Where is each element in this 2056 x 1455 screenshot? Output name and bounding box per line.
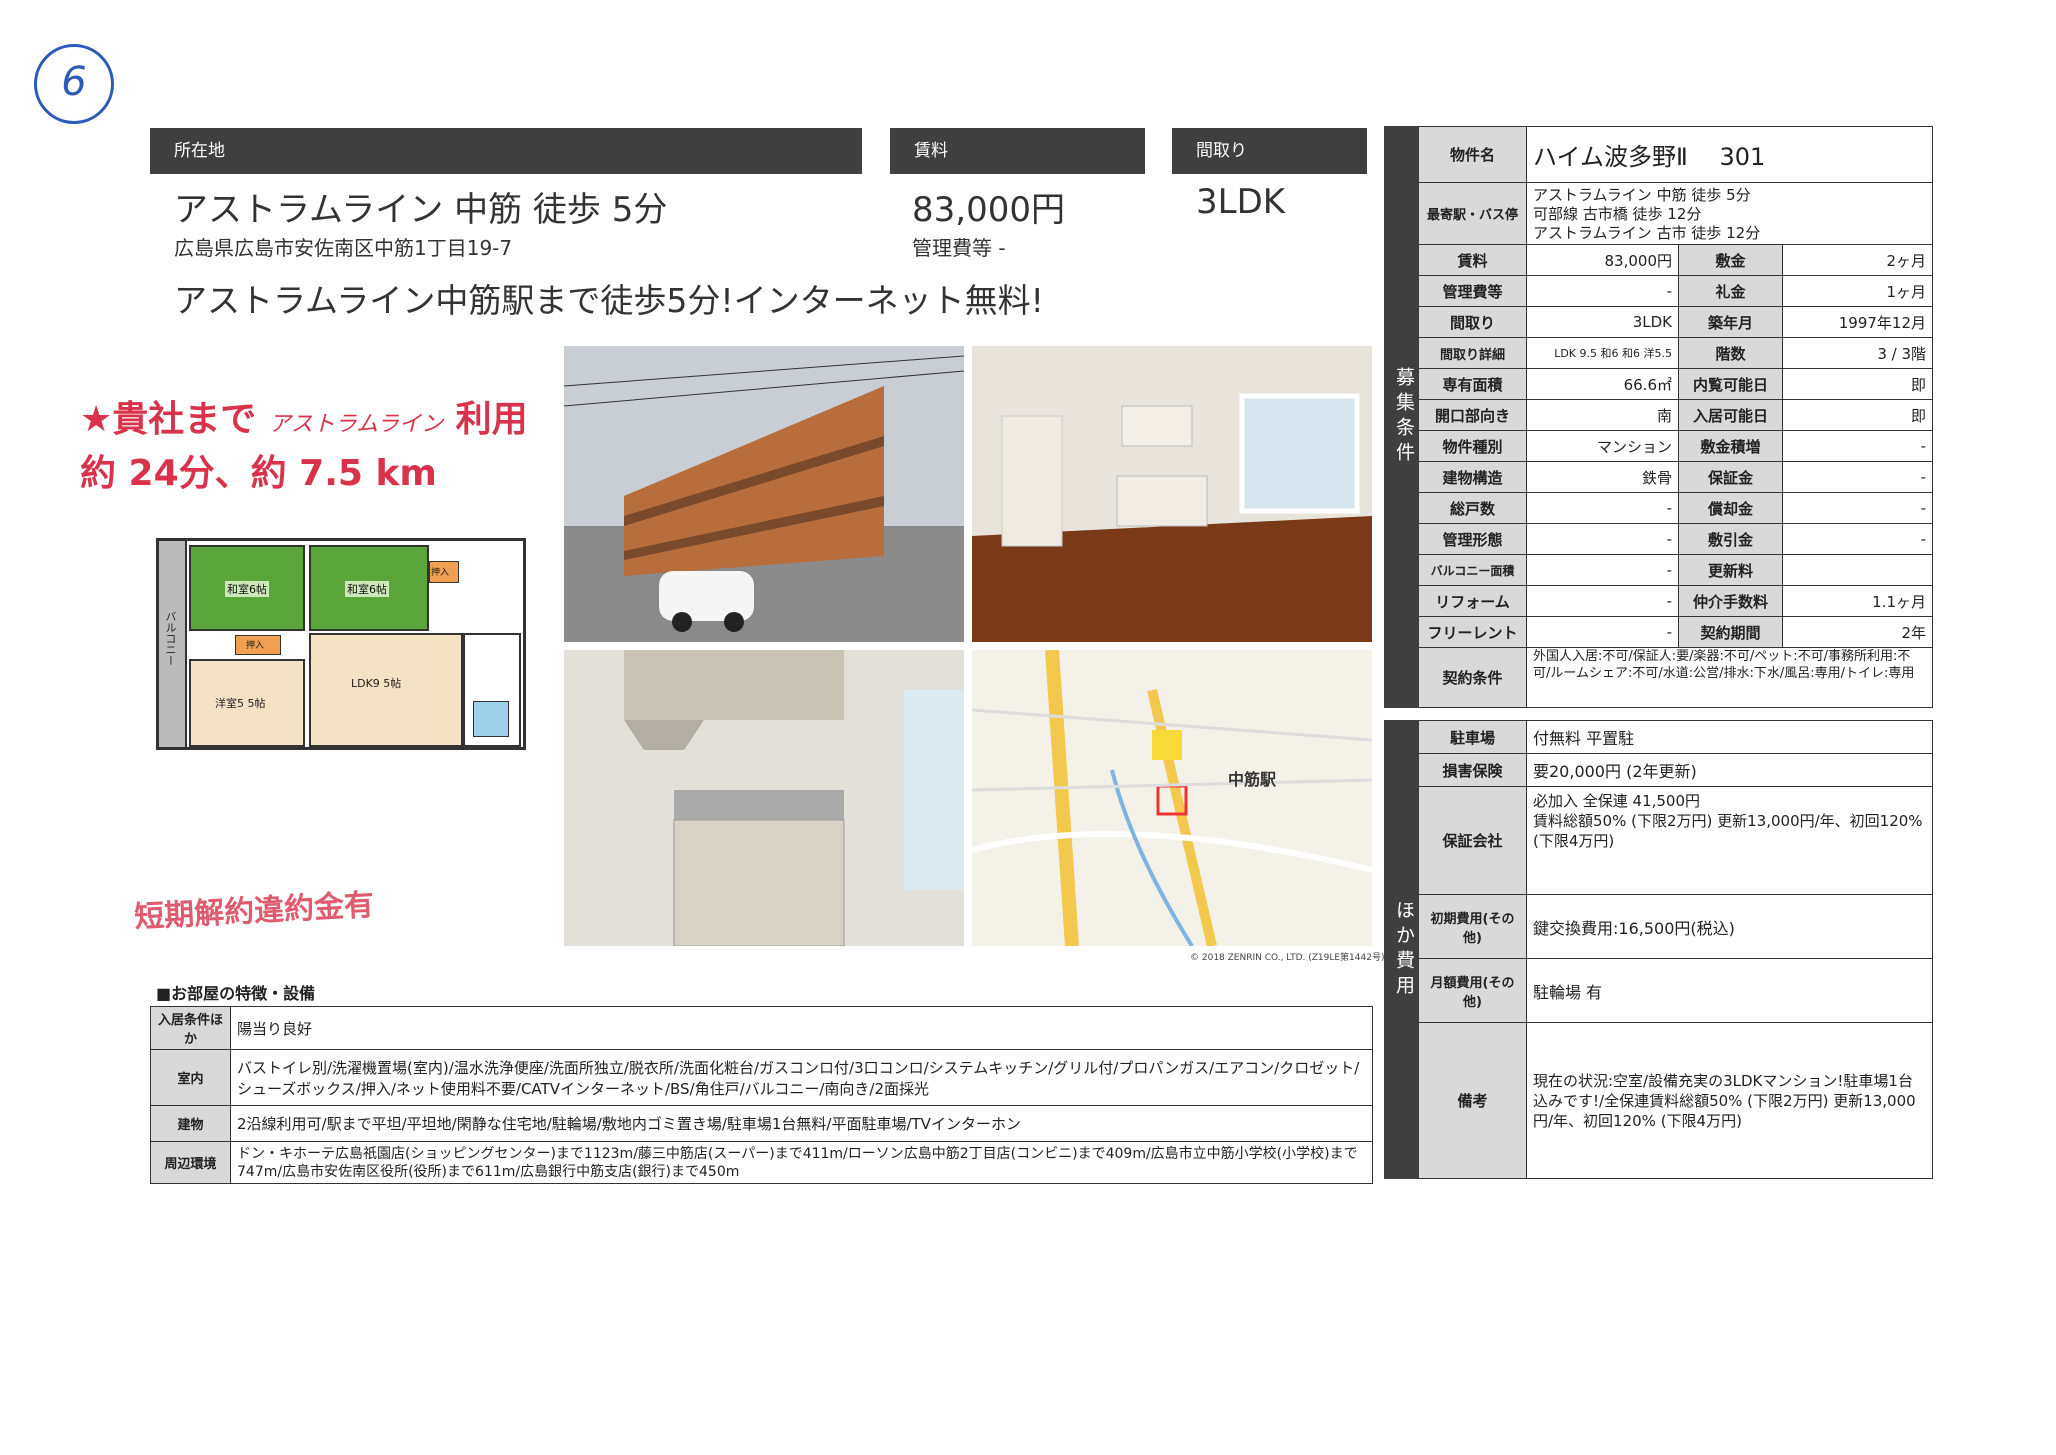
room-ldk-label: LDK9 5帖 (351, 677, 402, 690)
station-1: アストラムライン 中筋 徒歩 5分 (1533, 186, 1751, 204)
feature-value: 2沿線利用可/駅まで平坦/平坦地/閑静な住宅地/駐輪場/敷地内ゴミ置き場/駐車場… (230, 1105, 1373, 1142)
rent-header: 賃料 (890, 128, 1145, 174)
summary-address: 広島県広島市安佐南区中筋1丁目19-7 (174, 236, 513, 260)
spec-row: 管理費等 - 礼金 1ヶ月 (1385, 275, 1933, 307)
property-name-label: 物件名 (1418, 126, 1527, 183)
feature-value: ドン・キホーテ広島祇園店(ショッピングセンター)まで1123m/藤三中筋店(スー… (230, 1141, 1373, 1184)
location-header-label: 所在地 (174, 141, 225, 161)
layout-header-label: 間取り (1196, 141, 1247, 161)
summary-rent: 83,000円 (912, 190, 1065, 230)
spec-row: フリーレント - 契約期間 2年 (1385, 616, 1933, 648)
spec-row: バルコニー面積 - 更新料 (1385, 554, 1933, 586)
feature-label: 建物 (150, 1105, 231, 1142)
room-washitsu-2-label: 和室6帖 (345, 581, 389, 597)
contract-label: 契約条件 (1418, 647, 1527, 708)
spec-row: 間取り 3LDK 築年月 1997年12月 (1385, 306, 1933, 338)
kitchen-photo (564, 650, 964, 946)
feature-label: 入居条件ほか (150, 1006, 231, 1050)
cost-label: 損害保険 (1418, 753, 1527, 787)
layout-header: 間取り (1172, 128, 1367, 174)
features-table: 入居条件ほか 陽当り良好 室内 バストイレ別/洗濯機置場(室内)/温水洗浄便座/洗面… (150, 1006, 1373, 1184)
closet-2: 押入 (235, 635, 281, 655)
handwritten-short-term-note: 短期解約違約金有 (133, 887, 375, 936)
spec-row: 総戸数 - 償却金 - (1385, 492, 1933, 524)
map-station-label: 中筋駅 (1228, 770, 1277, 789)
station-label: 最寄駅・バス停 (1418, 182, 1527, 245)
building-exterior-photo (564, 346, 964, 642)
costs-table: ほか費用 駐車場 付無料 平置駐 損害保険 要20,000円 (2年更新) 保証会… (1384, 720, 1933, 1179)
feature-value: バストイレ別/洗濯機置場(室内)/温水洗浄便座/洗面所独立/脱衣所/洗面化粧台/… (230, 1049, 1373, 1106)
cost-label: 駐車場 (1418, 720, 1527, 754)
spec-row: リフォーム - 仲介手数料 1.1ヶ月 (1385, 585, 1933, 617)
spec-row: 物件種別 マンション 敷金積増 - (1385, 430, 1933, 462)
closet-2-label: 押入 (246, 641, 265, 651)
station-2: 可部線 古市橋 徒歩 12分 (1533, 205, 1702, 223)
balcony-label: バルコニー (164, 611, 177, 666)
station-3: アストラムライン 古市 徒歩 12分 (1533, 224, 1761, 242)
bathtub-icon (473, 701, 509, 737)
map-copyright: © 2018 ZENRIN CO., LTD. (Z19LE第1442号) (1190, 953, 1385, 963)
cost-value: 付無料 平置駐 (1526, 720, 1933, 754)
cost-label: 保証会社 (1418, 786, 1527, 895)
cost-value: 現在の状況:空室/設備充実の3LDKマンション!駐車場1台込みです!/全保連賃料… (1526, 1022, 1933, 1179)
room-washitsu-1-label: 和室6帖 (225, 581, 269, 597)
features-title: ■お部屋の特徴・設備 (156, 984, 316, 1003)
room-ldk: LDK9 5帖 (309, 633, 463, 747)
room-washitsu-1: 和室6帖 (189, 545, 305, 631)
property-name: ハイム波多野Ⅱ 301 (1526, 126, 1933, 183)
closet-1: 押入 (429, 561, 459, 583)
spec-row: 建物構造 鉄骨 保証金 - (1385, 461, 1933, 493)
handwritten-number: 6 (61, 59, 87, 105)
wet-area (463, 633, 521, 747)
spec-row: 開口部向き南入居可能日即 (1385, 399, 1933, 431)
cost-label: 月額費用(その他) (1418, 958, 1527, 1023)
balcony-strip: バルコニー (159, 541, 187, 747)
feature-label: 室内 (150, 1049, 231, 1106)
spec-row: 専有面積 66.6㎡ 内覧可能日即 (1385, 368, 1933, 400)
catchphrase: アストラムライン中筋駅まで徒歩5分!インターネット無料! (174, 281, 1044, 320)
living-room-photo (972, 346, 1372, 642)
feature-label: 周辺環境 (150, 1141, 231, 1184)
handwritten-note-line1: ★貴社まで アストラムライン 利用 (80, 390, 528, 442)
room-youshitsu-label: 洋室5 5帖 (215, 697, 266, 710)
cost-value: 鍵交換費用:16,500円(税込) (1526, 894, 1933, 959)
contract-conditions: 外国人入居:不可/保証人:要/楽器:不可/ペット:不可/事務所利用:不可/ルーム… (1526, 647, 1933, 708)
summary-access: アストラムライン 中筋 徒歩 5分 (174, 190, 668, 230)
floorplan: バルコニー 和室6帖 和室6帖 押入 押入 洋室5 5帖 LDK9 5帖 (156, 538, 526, 750)
area-map: 中筋駅 (972, 650, 1372, 946)
location-header: 所在地 (150, 128, 862, 174)
cost-value: 駐輪場 有 (1526, 958, 1933, 1023)
costs-side-label: ほか費用 (1384, 720, 1419, 1179)
spec-row: 間取り詳細 LDK 9.5 和6 和6 洋5.5 階数 3 / 3階 (1385, 337, 1933, 369)
spec-row: 賃料 83,000円 敷金 2ヶ月 (1385, 244, 1933, 276)
handwritten-circle-number: 6 (34, 44, 114, 124)
station-list: アストラムライン 中筋 徒歩 5分 可部線 古市橋 徒歩 12分 アストラムライ… (1526, 182, 1933, 245)
rent-header-label: 賃料 (914, 141, 948, 161)
note-line1-c: 利用 (455, 399, 528, 440)
closet-1-label: 押入 (431, 568, 450, 578)
room-youshitsu: 洋室5 5帖 (189, 659, 305, 747)
summary-mgmt-fee: 管理費等 - (912, 236, 1006, 260)
handwritten-note-line2: 約 24分、約 7.5 km (80, 453, 437, 494)
cost-label: 初期費用(その他) (1418, 894, 1527, 959)
recruit-side-label: 募集条件 (1384, 126, 1419, 708)
note-line1-b: アストラムライン (268, 412, 444, 437)
cost-value: 要20,000円 (2年更新) (1526, 753, 1933, 787)
property-table: 募集条件 物件名 ハイム波多野Ⅱ 301 最寄駅・バス停 アストラムライン 中筋… (1384, 126, 1933, 708)
spec-row: 管理形態 - 敷引金 - (1385, 523, 1933, 555)
summary-layout: 3LDK (1196, 182, 1286, 222)
note-line1-a: ★貴社まで (80, 399, 257, 440)
cost-value: 必加入 全保連 41,500円 賃料総額50% (下限2万円) 更新13,000… (1526, 786, 1933, 895)
room-washitsu-2: 和室6帖 (309, 545, 429, 631)
cost-label: 備考 (1418, 1022, 1527, 1179)
feature-value: 陽当り良好 (230, 1006, 1373, 1050)
